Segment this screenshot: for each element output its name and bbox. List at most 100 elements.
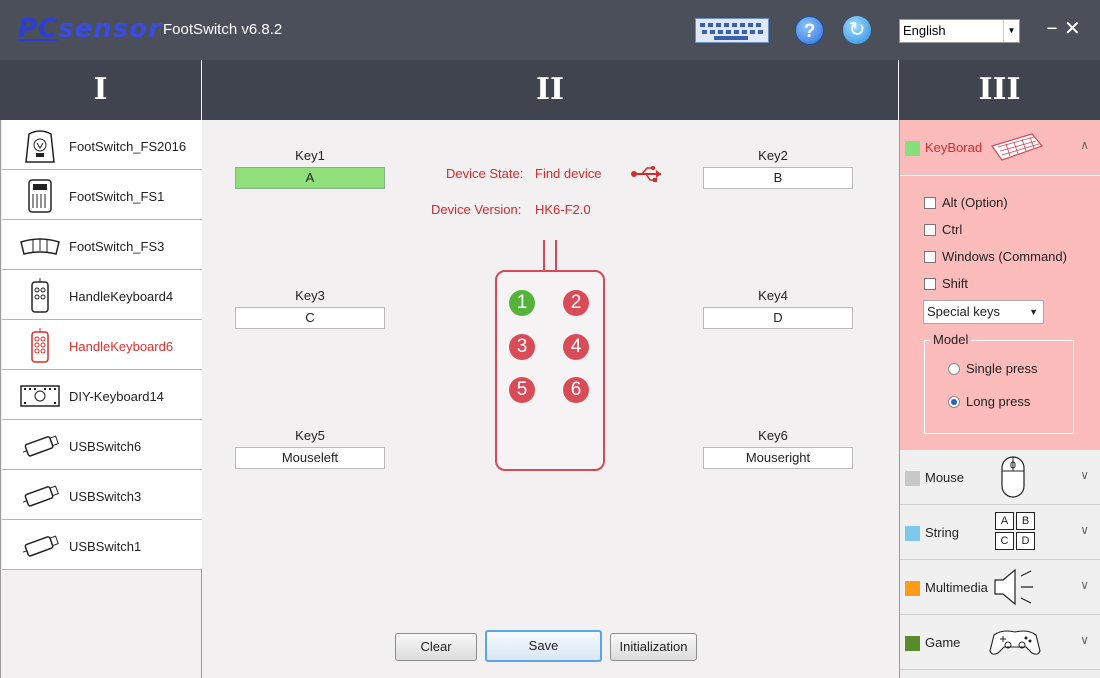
section-string[interactable]: String A B C D ∨ (900, 505, 1100, 560)
language-select[interactable]: English ▼ (899, 19, 1020, 43)
key4-field[interactable]: D (703, 307, 853, 329)
key1-label: Key1 (295, 148, 325, 163)
column-header-2: II (202, 60, 898, 120)
key1-field[interactable]: A (235, 167, 385, 189)
device-label: FootSwitch_FS2016 (69, 139, 187, 154)
key6-field[interactable]: Mouseright (703, 447, 853, 469)
device-list: FootSwitch_FS2016 FootSwitch_FS1 FootSwi… (0, 120, 202, 678)
device-item-footswitch-fs2016[interactable]: FootSwitch_FS2016 (2, 120, 202, 170)
pad-button-2[interactable]: 2 (563, 290, 589, 316)
key3-label: Key3 (295, 288, 325, 303)
title-bar: PCsensor FootSwitch v6.8.2 ? ↻ English ▼… (0, 0, 1100, 60)
device-item-footswitch-fs3[interactable]: FootSwitch_FS3 (2, 220, 202, 270)
pad-button-4[interactable]: 4 (563, 334, 589, 360)
usb-icon (631, 166, 661, 182)
device-state-label: Device State: (446, 166, 524, 181)
footswitch-fs1-icon (28, 179, 52, 213)
keyboard-options: Alt (Option) Ctrl Windows (Command) Shif… (900, 176, 1100, 450)
section-mouse-title: Mouse (925, 470, 965, 485)
column-header-3: III (899, 60, 1100, 120)
checkbox-box (924, 197, 936, 209)
device-item-handle-keyboard4[interactable]: HandleKeyboard4 (2, 270, 202, 320)
radio-dot-selected (948, 396, 960, 408)
close-icon[interactable]: ✕ (1064, 16, 1081, 41)
single-press-radio[interactable]: Single press (948, 361, 1038, 376)
key5-field[interactable]: Mouseleft (235, 447, 385, 469)
gamepad-icon (989, 630, 1041, 655)
chevron-down-icon: ∨ (1080, 523, 1089, 537)
alt-checkbox[interactable]: Alt (Option) (924, 195, 1008, 210)
initialization-button[interactable]: Initialization (610, 633, 697, 661)
special-keys-select[interactable]: Special keys ▼ (923, 300, 1044, 324)
multimedia-swatch (905, 581, 920, 596)
device-item-usb-switch3[interactable]: USBSwitch3 (2, 470, 202, 520)
key-type-panel: KeyBorad ∧ Alt (Option) Ctrl Windows (Co… (899, 120, 1100, 678)
section-mouse[interactable]: Mouse ∨ (900, 450, 1100, 505)
checkbox-box (924, 278, 936, 290)
handle-keyboard6-diagram: 1 2 3 4 5 6 (495, 270, 605, 471)
chevron-down-icon: ▼ (1003, 20, 1019, 42)
section-game-title: Game (925, 635, 961, 650)
chevron-down-icon: ∨ (1080, 578, 1089, 592)
pad-button-5[interactable]: 5 (509, 377, 535, 403)
device-cable (543, 240, 557, 272)
pad-button-3[interactable]: 3 (509, 334, 535, 360)
device-version-label: Device Version: (431, 202, 522, 217)
mouse-swatch (905, 471, 920, 486)
language-value: English (903, 23, 946, 38)
clear-button[interactable]: Clear (395, 633, 477, 661)
long-press-radio[interactable]: Long press (948, 394, 1030, 409)
mouse-illustration-icon (1001, 456, 1025, 498)
device-label: USBSwitch1 (69, 539, 142, 554)
radio-label: Long press (966, 394, 1031, 409)
key5-label: Key5 (295, 428, 325, 443)
checkbox-box (924, 251, 936, 263)
save-button[interactable]: Save (485, 630, 602, 662)
footswitch-fs2016-icon (25, 130, 55, 163)
key6-label: Key6 (758, 428, 788, 443)
checkbox-label: Alt (Option) (942, 195, 1008, 210)
checkbox-label: Windows (Command) (942, 249, 1067, 264)
speaker-icon (994, 568, 1033, 606)
keyboard-illustration-icon (991, 133, 1044, 161)
key3-field[interactable]: C (235, 307, 385, 329)
device-item-usb-switch1[interactable]: USBSwitch1 (2, 520, 202, 570)
checkbox-box (924, 224, 936, 236)
section-game[interactable]: Game ∨ (900, 615, 1100, 670)
ctrl-checkbox[interactable]: Ctrl (924, 222, 962, 237)
windows-checkbox[interactable]: Windows (Command) (924, 249, 1067, 264)
device-item-footswitch-fs1[interactable]: FootSwitch_FS1 (2, 170, 202, 220)
string-key-a: A (995, 512, 1014, 530)
device-item-usb-switch6[interactable]: USBSwitch6 (2, 420, 202, 470)
device-label: FootSwitch_FS1 (69, 189, 165, 204)
shift-checkbox[interactable]: Shift (924, 276, 968, 291)
device-item-handle-keyboard6[interactable]: HandleKeyboard6 (2, 320, 202, 370)
help-icon[interactable]: ? (795, 16, 824, 45)
handle-keyboard4-icon (31, 278, 49, 313)
logo-pc: PC (18, 14, 59, 44)
section-keyboard-title: KeyBorad (925, 140, 983, 155)
refresh-icon[interactable]: ↻ (843, 16, 871, 44)
keyboard-icon[interactable] (695, 18, 769, 43)
radio-label: Single press (966, 361, 1038, 376)
pad-button-6[interactable]: 6 (563, 377, 589, 403)
model-group (924, 340, 1074, 434)
pad-button-1[interactable]: 1 (509, 290, 535, 316)
usb-switch3-icon (22, 485, 59, 507)
footswitch-fs3-icon (20, 238, 60, 255)
device-label: FootSwitch_FS3 (69, 239, 165, 254)
section-keyboard[interactable]: KeyBorad ∧ (900, 120, 1100, 175)
string-key-c: C (995, 532, 1014, 550)
pcsensor-logo: PCsensor (18, 14, 162, 44)
diy-keyboard14-icon (20, 385, 60, 407)
string-swatch (905, 526, 920, 541)
chevron-up-icon: ∧ (1080, 138, 1089, 152)
section-multimedia[interactable]: Multimedia ∨ (900, 560, 1100, 615)
key4-label: Key4 (758, 288, 788, 303)
chevron-down-icon: ∨ (1080, 468, 1089, 482)
logo-sensor: sensor (58, 14, 162, 44)
minimize-icon[interactable]: − (1046, 18, 1058, 41)
model-title: Model (930, 332, 972, 347)
device-item-diy-keyboard14[interactable]: DIY-Keyboard14 (2, 370, 202, 420)
key2-field[interactable]: B (703, 167, 853, 189)
